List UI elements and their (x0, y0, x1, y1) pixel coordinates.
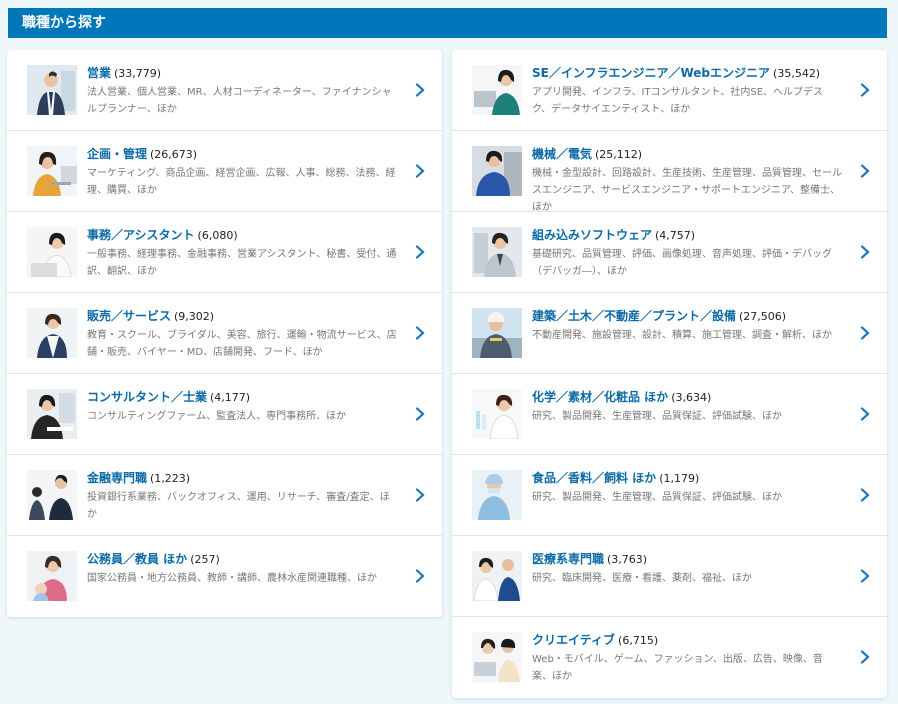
job-category-description: 投資銀行系業務、バックオフィス、運用、リサーチ、審査/査定、ほか (87, 492, 390, 520)
consultant-person-photo (27, 389, 77, 439)
job-count: (6,080) (197, 229, 238, 242)
chevron-right-icon[interactable] (859, 569, 871, 583)
job-category-description: 研究、製品開発、生産管理、品質保証、評価試験、ほか (532, 411, 782, 422)
job-category-description: アプリ開発、インフラ、ITコンサルタント、社内SE、ヘルプデスク、データサイエン… (532, 87, 824, 115)
chevron-right-icon[interactable] (859, 407, 871, 421)
finance-person-photo (27, 470, 77, 520)
chevron-right-icon[interactable] (414, 245, 426, 259)
job-category-description: 研究、臨床開発、医療・看護、薬剤、福祉、ほか (532, 573, 752, 584)
chevron-right-icon[interactable] (859, 488, 871, 502)
section-header: 職種から探す (8, 8, 887, 38)
job-count: (26,673) (150, 148, 198, 161)
engineer-person-photo (472, 65, 522, 115)
public-servant-photo (27, 551, 77, 601)
job-category-item[interactable]: 建築／土木／不動産／プラント／設備 (27,506) 不動産開発、施設管理、設計、… (452, 293, 887, 374)
job-category-title[interactable]: 医療系専門職 (532, 552, 604, 566)
job-category-description: 研究、製品開発、生産管理、品質保証、評価試験、ほか (532, 492, 782, 503)
job-count: (25,112) (595, 148, 643, 161)
job-count: (33,779) (114, 67, 162, 80)
job-count: (3,634) (671, 391, 712, 404)
job-category-item[interactable]: 公務員／教員 ほか (257) 国家公務員・地方公務員、教師・講師、農林水産関連職… (7, 536, 442, 617)
creative-person-photo (472, 632, 522, 682)
medical-person-photo (472, 551, 522, 601)
job-category-title[interactable]: 金融専門職 (87, 471, 147, 485)
job-category-title[interactable]: 建築／土木／不動産／プラント／設備 (532, 309, 736, 323)
job-category-item[interactable]: 食品／香料／飼料 ほか (1,179) 研究、製品開発、生産管理、品質保証、評価試… (452, 455, 887, 536)
job-category-item[interactable]: 組み込みソフトウェア (4,757) 基礎研究、品質管理、評価、画像処理、音声処理… (452, 212, 887, 293)
job-count: (3,763) (607, 553, 648, 566)
job-category-item[interactable]: 金融専門職 (1,223) 投資銀行系業務、バックオフィス、運用、リサーチ、審査/… (7, 455, 442, 536)
job-category-title[interactable]: 化学／素材／化粧品 ほか (532, 390, 668, 404)
job-category-title[interactable]: コンサルタント／士業 (87, 390, 207, 404)
job-category-title[interactable]: 販売／サービス (87, 309, 171, 323)
job-category-description: コンサルティングファーム、監査法人、専門事務所、ほか (87, 411, 347, 422)
embedded-person-photo (472, 227, 522, 277)
job-category-description: 基礎研究、品質管理、評価、画像処理、音声処理、評価・デバッグ（デバッガ―）、ほか (532, 249, 832, 277)
job-category-list-left: 営業 (33,779) 法人営業、個人営業、MR、人材コーディネーター、ファイナン… (7, 50, 442, 617)
chevron-right-icon[interactable] (859, 164, 871, 178)
job-category-description: Web・モバイル、ゲーム、ファッション、出版、広告、映像、音楽、ほか (532, 654, 823, 682)
job-category-item[interactable]: 販売／サービス (9,302) 教育・スクール、ブライダル、美容、旅行、運輸・物流… (7, 293, 442, 374)
job-count: (4,177) (210, 391, 251, 404)
office-person-photo (27, 227, 77, 277)
chevron-right-icon[interactable] (859, 650, 871, 664)
job-count: (35,542) (773, 67, 821, 80)
job-category-title[interactable]: 公務員／教員 ほか (87, 552, 187, 566)
job-count: (4,757) (655, 229, 696, 242)
job-category-title[interactable]: 組み込みソフトウェア (532, 228, 652, 242)
job-category-description: 機械・金型設計、回路設計、生産技術、生産管理、品質管理、セールスエンジニア、サー… (532, 168, 842, 213)
job-category-item[interactable]: 企画・管理 (26,673) マーケティング、商品企画、経営企画、広報、人事、総務… (7, 131, 442, 212)
job-category-description: 不動産開発、施設管理、設計、積算、施工管理、調査・解析、ほか (532, 330, 832, 341)
construction-person-photo (472, 308, 522, 358)
section-title: 職種から探す (22, 15, 106, 31)
job-category-title[interactable]: 企画・管理 (87, 147, 147, 161)
service-person-photo (27, 308, 77, 358)
job-category-item[interactable]: 事務／アシスタント (6,080) 一般事務、経理事務、金融事務、営業アシスタント… (7, 212, 442, 293)
chevron-right-icon[interactable] (414, 488, 426, 502)
job-category-title[interactable]: SE／インフラエンジニア／Webエンジニア (532, 66, 770, 80)
job-category-description: マーケティング、商品企画、経営企画、広報、人事、総務、法務、経理、購買、ほか (87, 168, 396, 196)
job-count: (1,179) (659, 472, 700, 485)
job-count: (6,715) (618, 634, 659, 647)
chevron-right-icon[interactable] (859, 245, 871, 259)
chevron-right-icon[interactable] (859, 326, 871, 340)
job-category-item[interactable]: 医療系専門職 (3,763) 研究、臨床開発、医療・看護、薬剤、福祉、ほか (452, 536, 887, 617)
sales-person-photo (27, 65, 77, 115)
food-person-photo (472, 470, 522, 520)
job-category-item[interactable]: 機械／電気 (25,112) 機械・金型設計、回路設計、生産技術、生産管理、品質管… (452, 131, 887, 213)
chevron-right-icon[interactable] (414, 326, 426, 340)
job-category-title[interactable]: クリエイティブ (532, 633, 615, 647)
job-category-item[interactable]: SE／インフラエンジニア／Webエンジニア (35,542) アプリ開発、インフラ… (452, 50, 887, 131)
job-category-description: 一般事務、経理事務、金融事務、営業アシスタント、秘書、受付、通訳、翻訳、ほか (87, 249, 397, 277)
job-category-description: 教育・スクール、ブライダル、美容、旅行、運輸・物流サービス、店舗・販売、バイヤー… (87, 330, 397, 358)
job-count: (27,506) (739, 310, 787, 323)
job-category-item[interactable]: 営業 (33,779) 法人営業、個人営業、MR、人材コーディネーター、ファイナン… (7, 50, 442, 131)
job-category-description: 国家公務員・地方公務員、教師・講師、農林水産関連職種、ほか (87, 573, 377, 584)
chevron-right-icon[interactable] (414, 407, 426, 421)
chevron-right-icon[interactable] (414, 569, 426, 583)
chemistry-person-photo (472, 389, 522, 439)
job-category-list-right: SE／インフラエンジニア／Webエンジニア (35,542) アプリ開発、インフラ… (452, 50, 887, 698)
job-category-item[interactable]: 化学／素材／化粧品 ほか (3,634) 研究、製品開発、生産管理、品質保証、評価… (452, 374, 887, 455)
job-count: (1,223) (150, 472, 191, 485)
job-category-description: 法人営業、個人営業、MR、人材コーディネーター、ファイナンシャルプランナー、ほか (87, 87, 392, 115)
planning-person-photo (27, 146, 77, 196)
mechanic-person-photo (472, 146, 522, 196)
chevron-right-icon[interactable] (414, 164, 426, 178)
job-category-title[interactable]: 機械／電気 (532, 147, 592, 161)
chevron-right-icon[interactable] (859, 83, 871, 97)
job-category-title[interactable]: 営業 (87, 66, 111, 80)
job-category-title[interactable]: 食品／香料／飼料 ほか (532, 471, 656, 485)
job-count: (9,302) (174, 310, 215, 323)
job-category-item[interactable]: クリエイティブ (6,715) Web・モバイル、ゲーム、ファッション、出版、広告… (452, 617, 887, 698)
job-count: (257) (190, 553, 220, 566)
chevron-right-icon[interactable] (414, 83, 426, 97)
job-category-item[interactable]: コンサルタント／士業 (4,177) コンサルティングファーム、監査法人、専門事務… (7, 374, 442, 455)
job-category-title[interactable]: 事務／アシスタント (87, 228, 195, 242)
